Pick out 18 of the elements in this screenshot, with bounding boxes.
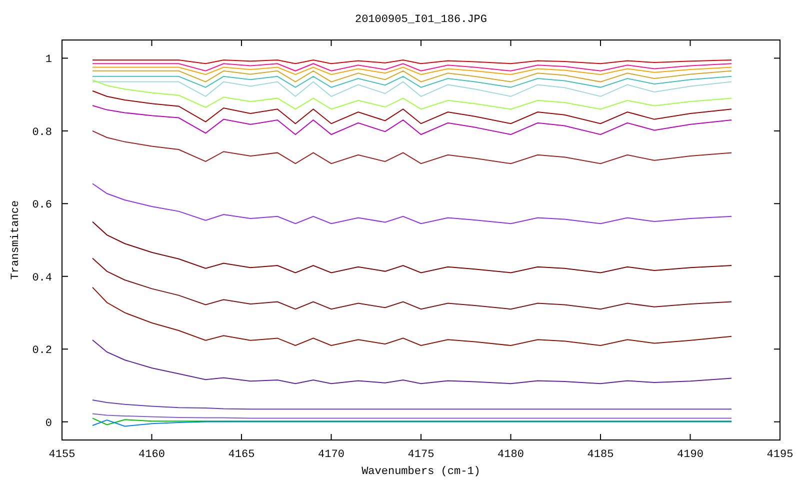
tick-label: 4160 xyxy=(138,449,165,461)
x-axis-label: Wavenumbers (cm-1) xyxy=(362,466,480,478)
tick-label: 0 xyxy=(45,418,52,430)
tick-label: 4165 xyxy=(228,449,255,461)
tick-label: 4190 xyxy=(677,449,704,461)
tick-label: 4185 xyxy=(587,449,614,461)
tick-label: 4170 xyxy=(318,449,344,461)
tick-label: 4180 xyxy=(498,449,524,461)
tick-label: 4195 xyxy=(766,449,794,461)
tick-label: 0.4 xyxy=(32,272,52,284)
tick-label: 1 xyxy=(45,54,52,66)
tick-label: 0.8 xyxy=(32,126,52,139)
tick-label: 0.2 xyxy=(32,345,52,358)
tick-label: 0.6 xyxy=(32,200,52,212)
tick-label: 4155 xyxy=(48,449,76,461)
chart-title: 20100905_I01_186.JPG xyxy=(354,14,488,26)
y-axis-label: Transmitance xyxy=(10,200,22,280)
tick-label: 4175 xyxy=(408,449,434,461)
